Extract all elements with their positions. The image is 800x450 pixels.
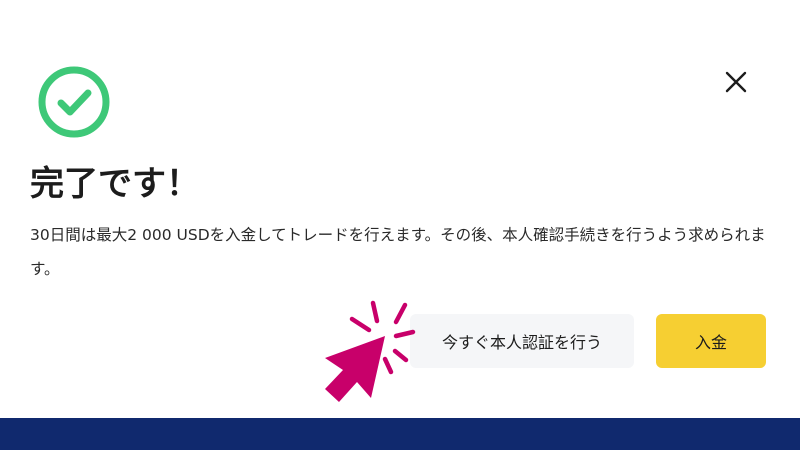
completion-dialog: 完了です！ 30日間は最大2 000 USDを入金してトレードを行えます。その後… [0,0,800,418]
check-circle-icon [38,66,110,138]
close-icon [725,71,747,93]
dialog-message: 30日間は最大2 000 USDを入金してトレードを行えます。その後、本人確認手… [30,226,766,278]
verify-identity-button[interactable]: 今すぐ本人認証を行う [410,314,634,368]
dialog-title: 完了です！ [30,164,200,204]
deposit-button[interactable]: 入金 [656,314,766,368]
close-button[interactable] [720,66,752,98]
footer-bar [0,418,800,450]
